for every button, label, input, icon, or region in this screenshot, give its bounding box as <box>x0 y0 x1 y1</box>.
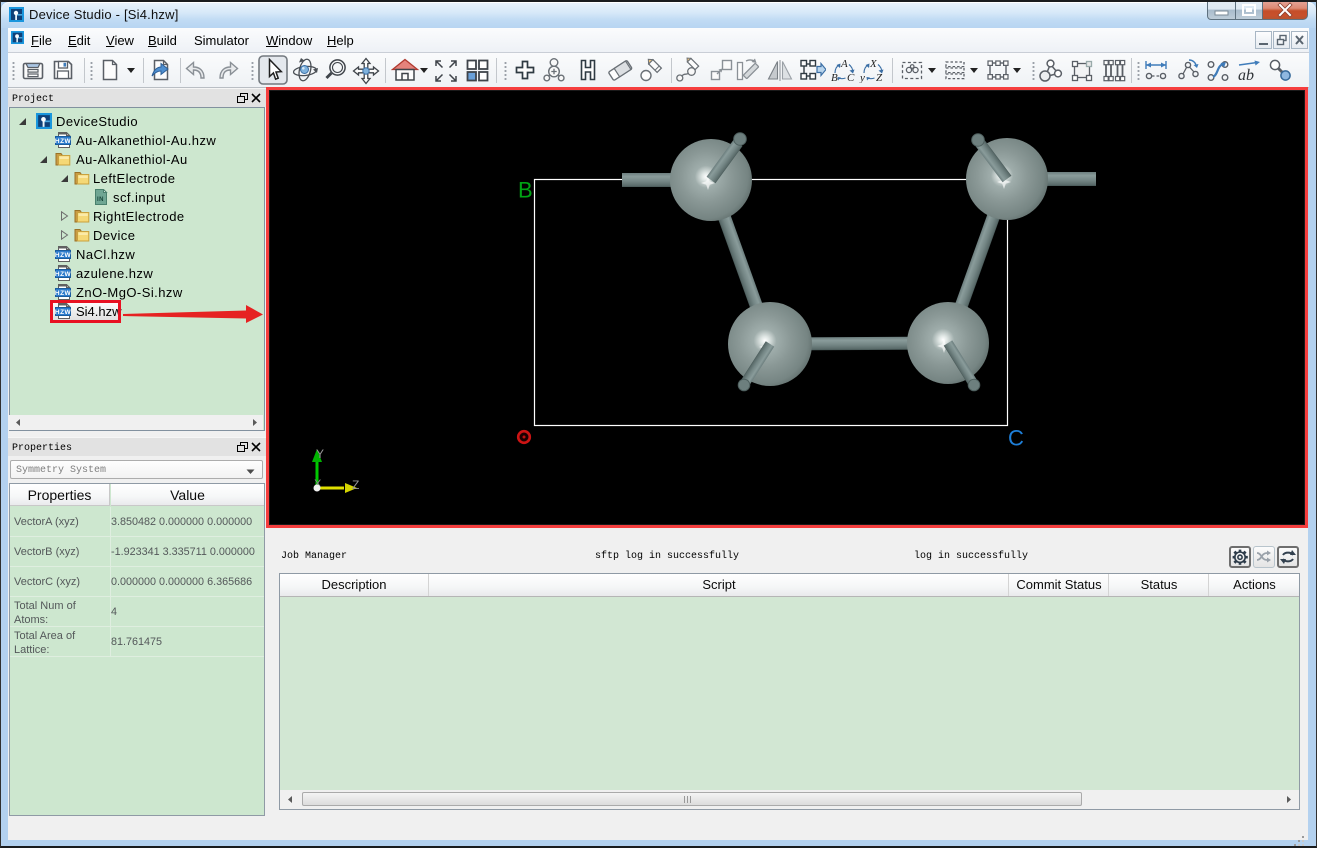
svg-text:C: C <box>847 72 855 83</box>
svg-text:B: B <box>831 72 838 83</box>
svg-text:Z: Z <box>876 72 883 83</box>
svg-text:X: X <box>869 58 878 70</box>
svg-text:A: A <box>840 58 848 70</box>
svg-text:y: y <box>859 72 865 83</box>
svg-text:ab: ab <box>1238 67 1254 84</box>
